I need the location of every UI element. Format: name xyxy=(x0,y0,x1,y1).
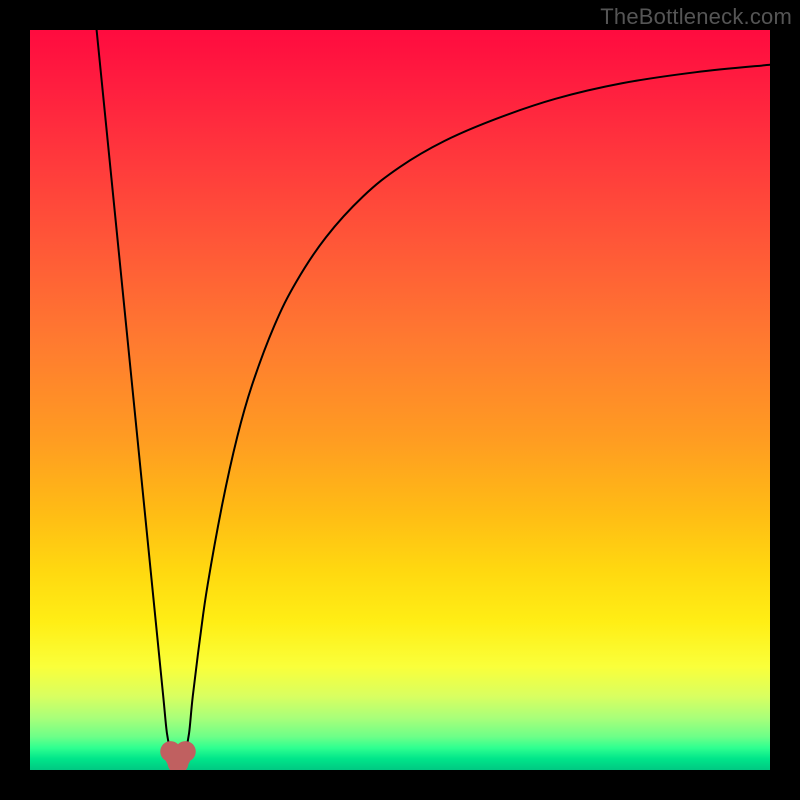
chart-frame: TheBottleneck.com xyxy=(0,0,800,800)
curve-left-branch xyxy=(97,30,171,752)
plot-area xyxy=(30,30,770,770)
curve-right-branch xyxy=(185,65,770,752)
watermark-text: TheBottleneck.com xyxy=(600,4,792,30)
marker-point-2 xyxy=(175,741,196,762)
curve-layer xyxy=(30,30,770,770)
